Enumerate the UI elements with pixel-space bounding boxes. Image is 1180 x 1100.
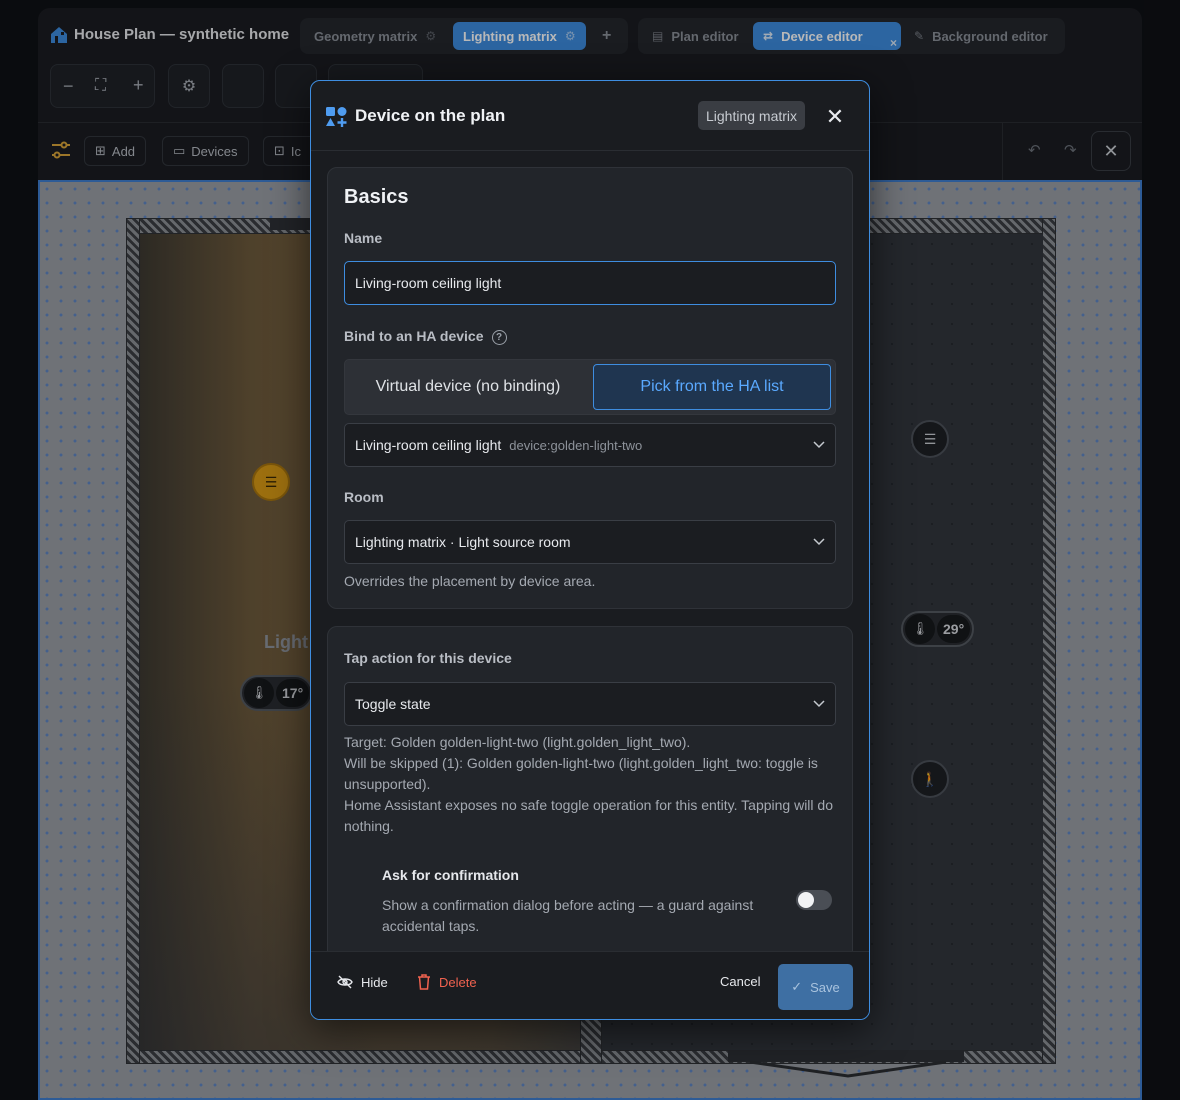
name-input[interactable]: Living-room ceiling light <box>344 261 836 305</box>
binding-mode-selector: Virtual device (no binding) Pick from th… <box>344 359 836 415</box>
delete-label: Delete <box>439 974 477 990</box>
room-hint: Overrides the placement by device area. <box>344 573 596 589</box>
chevron-down-icon <box>813 538 825 546</box>
tap-action-select[interactable]: Toggle state <box>344 682 836 726</box>
room-label: Room <box>344 489 384 505</box>
tap-target-text: Target: Golden golden-light-two (light.g… <box>344 734 691 750</box>
name-label: Name <box>344 230 383 246</box>
plan-tag: Lighting matrix <box>698 101 806 130</box>
toggle-knob <box>798 892 814 908</box>
dialog-header: Device on the plan Lighting matrix ✕ <box>311 81 869 151</box>
confirm-toggle[interactable] <box>796 890 832 910</box>
close-icon: ✕ <box>825 104 845 129</box>
tap-note-text: Home Assistant exposes no safe toggle op… <box>344 797 833 834</box>
hide-button[interactable]: Hide <box>337 974 388 990</box>
save-button[interactable]: ✓ Save <box>778 964 853 1010</box>
tap-action-label: Tap action for this device <box>344 650 512 666</box>
device-name: Living-room ceiling light <box>355 437 502 453</box>
tap-skipped-text: Will be skipped (1): Golden golden-light… <box>344 755 818 792</box>
save-label: Save <box>810 979 840 995</box>
tap-action-value: Toggle state <box>355 696 431 712</box>
help-icon[interactable]: ? <box>491 329 507 345</box>
device-id: device:golden-light-two <box>509 437 643 453</box>
room-select[interactable]: Lighting matrix · Light source room <box>344 520 836 564</box>
shapes-add-icon <box>326 107 347 127</box>
dialog-body[interactable]: Basics Name Living-room ceiling light Bi… <box>311 151 869 951</box>
tap-action-info: Target: Golden golden-light-two (light.g… <box>344 732 836 837</box>
bind-label-text: Bind to an HA device <box>344 328 484 344</box>
trash-icon <box>418 974 430 990</box>
basics-section: Basics Name Living-room ceiling light Bi… <box>327 167 853 609</box>
delete-button[interactable]: Delete <box>417 974 477 990</box>
dialog-footer: Hide Delete Cancel ✓ Save <box>311 951 869 1019</box>
device-dialog: Device on the plan Lighting matrix ✕ Bas… <box>310 80 870 1020</box>
check-icon: ✓ <box>791 979 803 994</box>
pick-from-ha-option[interactable]: Pick from the HA list <box>593 364 831 410</box>
hide-label: Hide <box>361 974 388 990</box>
tap-action-section: Tap action for this device Toggle state … <box>327 626 853 951</box>
chevron-down-icon <box>813 700 825 708</box>
chevron-down-icon <box>813 441 825 449</box>
room-value: Lighting matrix · Light source room <box>355 534 571 550</box>
confirm-title: Ask for confirmation <box>382 867 519 883</box>
name-value: Living-room ceiling light <box>355 275 502 291</box>
bind-label: Bind to an HA device? <box>344 328 507 345</box>
section-title: Basics <box>344 186 409 208</box>
ha-device-select[interactable]: Living-room ceiling light device:golden-… <box>344 423 836 467</box>
cancel-button[interactable]: Cancel <box>720 974 760 989</box>
virtual-device-option[interactable]: Virtual device (no binding) <box>349 364 587 410</box>
dialog-title: Device on the plan <box>355 106 506 125</box>
eye-off-icon <box>337 975 353 989</box>
confirm-description: Show a confirmation dialog before acting… <box>382 897 754 934</box>
dialog-close-button[interactable]: ✕ <box>821 103 849 131</box>
